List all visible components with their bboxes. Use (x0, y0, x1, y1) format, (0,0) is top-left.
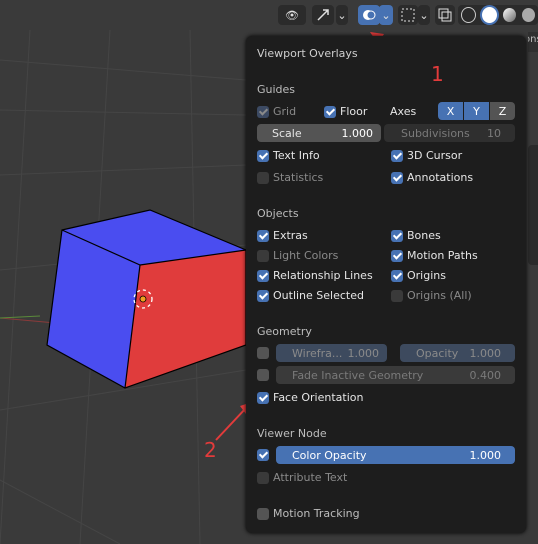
extras-checkbox[interactable]: Extras (257, 229, 308, 242)
motion-tracking-checkbox[interactable]: Motion Tracking (257, 507, 360, 520)
wireframe-checkbox[interactable] (257, 347, 273, 359)
checkbox-icon (257, 105, 269, 118)
checkbox-icon (391, 269, 403, 282)
chevron-down-icon: ⌄ (381, 8, 391, 22)
shading-mode-group (458, 5, 538, 25)
checkbox-icon (257, 171, 269, 184)
floor-checkbox[interactable]: Floor (324, 105, 367, 118)
guides-heading: Guides (257, 83, 296, 96)
xray-icon (438, 8, 452, 22)
checkbox-icon (257, 229, 269, 242)
viewport-overlays-panel: Viewport Overlays Guides Grid Floor Axes… (246, 36, 526, 533)
checkbox-icon (257, 289, 269, 302)
axis-y-button[interactable]: Y (464, 102, 489, 120)
wireframe-opacity-field[interactable]: Opacity 1.000 (400, 344, 515, 362)
grid-checkbox[interactable]: Grid (257, 105, 296, 118)
motion-paths-checkbox[interactable]: Motion Paths (391, 249, 478, 262)
overlays-icon (363, 10, 376, 20)
origin-icon (139, 295, 147, 303)
scale-field[interactable]: Scale 1.000 (257, 124, 381, 142)
rendered-shading-icon[interactable] (521, 8, 535, 22)
outline-selected-checkbox[interactable]: Outline Selected (257, 289, 364, 302)
material-shading-icon[interactable] (502, 8, 516, 22)
gizmo-dropdown-button[interactable]: ⌄ (336, 5, 348, 25)
attribute-text-checkbox[interactable]: Attribute Text (257, 471, 347, 484)
gizmo-toggle-button[interactable] (312, 5, 334, 25)
checkbox-icon (391, 149, 403, 162)
wireframe-field[interactable]: Wirefra... 1.000 (276, 344, 387, 362)
xray-dropdown-button[interactable]: ⌄ (418, 5, 430, 25)
side-tab[interactable]: ons (528, 32, 538, 52)
gizmo-icon (317, 9, 329, 21)
3d-cursor-checkbox[interactable]: 3D Cursor (391, 149, 462, 162)
origins-all-checkbox[interactable]: Origins (All) (391, 289, 472, 302)
cube-red-face (125, 250, 246, 388)
annotations-checkbox[interactable]: Annotations (391, 171, 473, 184)
color-opacity-checkbox[interactable] (257, 449, 273, 461)
checkbox-icon (391, 249, 403, 262)
checkbox-icon (324, 105, 336, 118)
checkbox-icon (257, 347, 269, 359)
eye-icon: 👁 (285, 8, 299, 22)
checkbox-icon (257, 471, 269, 484)
checkbox-icon (257, 369, 269, 381)
text-info-checkbox[interactable]: Text Info (257, 149, 320, 162)
checkbox-icon (257, 449, 269, 461)
toggle-xray-button[interactable] (435, 5, 455, 25)
axis-z-button[interactable]: Z (490, 102, 515, 120)
wireframe-shading-icon[interactable] (461, 7, 477, 23)
checkbox-icon (257, 269, 269, 282)
annotation-arrow-2 (215, 407, 247, 441)
checkbox-icon (391, 171, 403, 184)
navigation-gizmo-strip[interactable] (528, 145, 538, 265)
checkbox-icon (257, 149, 269, 162)
overlays-toggle-button[interactable] (358, 5, 380, 25)
panel-title: Viewport Overlays (257, 47, 358, 60)
annotation-marker-1: 1 (431, 62, 444, 86)
relationship-lines-checkbox[interactable]: Relationship Lines (257, 269, 373, 282)
light-colors-checkbox[interactable]: Light Colors (257, 249, 338, 262)
chevron-down-icon: ⌄ (337, 8, 347, 22)
viewer-node-heading: Viewer Node (257, 427, 327, 440)
chevron-down-icon: ⌄ (419, 8, 429, 22)
checkbox-icon (391, 289, 403, 302)
checkbox-icon (391, 229, 403, 242)
checkbox-icon (257, 391, 269, 404)
objects-heading: Objects (257, 207, 299, 220)
checkbox-icon (257, 507, 269, 520)
fade-inactive-field[interactable]: Fade Inactive Geometry 0.400 (276, 366, 515, 384)
fade-inactive-checkbox[interactable] (257, 369, 273, 381)
checkbox-icon (257, 249, 269, 262)
annotation-marker-2: 2 (204, 438, 217, 462)
axes-label: Axes (390, 105, 417, 118)
geometry-heading: Geometry (257, 325, 312, 338)
face-orientation-checkbox[interactable]: Face Orientation (257, 391, 363, 404)
statistics-checkbox[interactable]: Statistics (257, 171, 323, 184)
color-opacity-field[interactable]: Color Opacity 1.000 (276, 446, 515, 464)
overlays-dropdown-button[interactable]: ⌄ (379, 5, 393, 25)
subdivisions-field[interactable]: Subdivisions 10 (384, 124, 515, 142)
axis-x-button[interactable]: X (438, 102, 463, 120)
bones-checkbox[interactable]: Bones (391, 229, 441, 242)
origins-checkbox[interactable]: Origins (391, 269, 446, 282)
solid-shading-icon[interactable] (482, 7, 497, 23)
viewport-header: 👁 ⌄ ⌄ ⌄ (0, 0, 538, 30)
xray-mode-button[interactable] (398, 5, 418, 25)
select-box-icon (401, 8, 415, 22)
visibility-button[interactable]: 👁 (278, 5, 306, 25)
